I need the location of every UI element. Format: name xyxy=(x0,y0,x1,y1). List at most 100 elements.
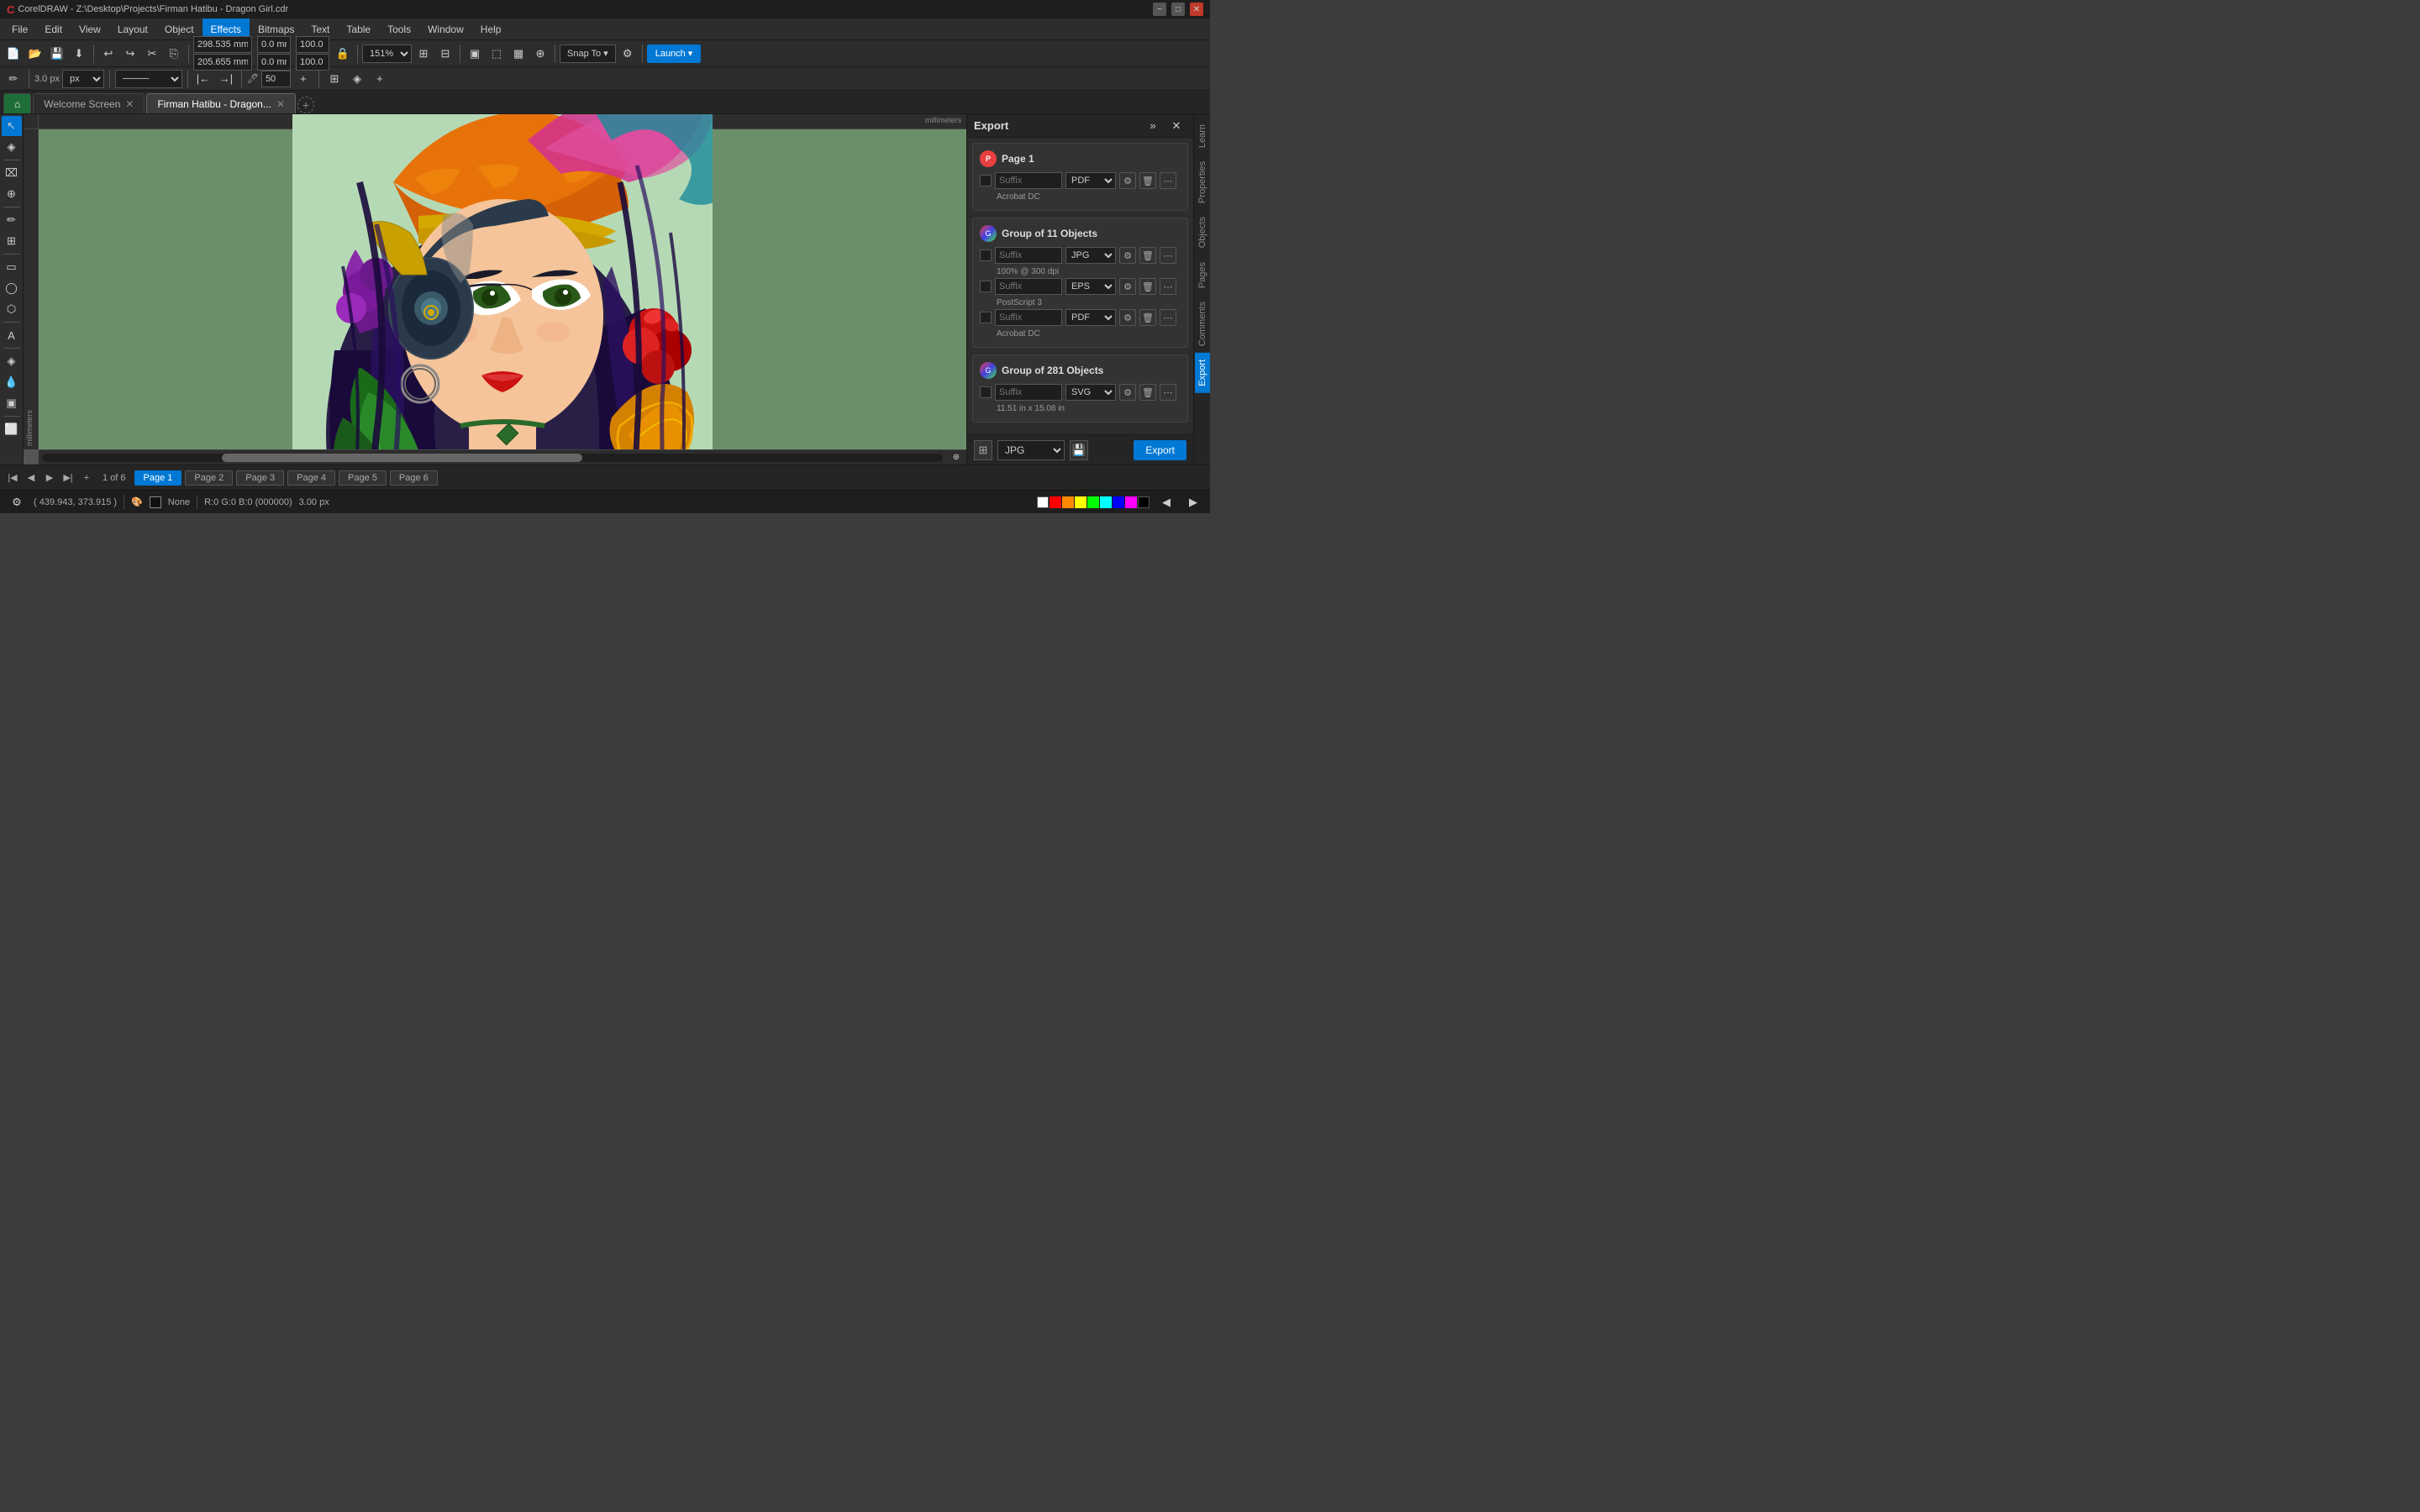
minimize-button[interactable]: − xyxy=(1153,3,1166,16)
node-tool[interactable]: ◈ xyxy=(2,137,22,157)
menu-tools[interactable]: Tools xyxy=(379,18,419,39)
menu-layout[interactable]: Layout xyxy=(109,18,156,39)
nib-inc-btn[interactable]: + xyxy=(293,69,313,89)
scale-w-input[interactable] xyxy=(296,36,329,53)
status-settings-btn[interactable]: ⚙ xyxy=(7,492,27,512)
export-footer-icon1[interactable]: ⊞ xyxy=(974,440,992,460)
group11-pdf-checkbox[interactable] xyxy=(980,312,992,323)
line-end-btn1[interactable]: |← xyxy=(193,69,213,89)
swatch-green[interactable] xyxy=(1087,496,1099,508)
menu-window[interactable]: Window xyxy=(419,18,472,39)
menu-table[interactable]: Table xyxy=(338,18,379,39)
canvas-background[interactable] xyxy=(39,129,966,449)
swatch-yellow[interactable] xyxy=(1075,496,1086,508)
smart-draw-tool[interactable]: ⊞ xyxy=(2,231,22,251)
export-footer-format[interactable]: JPG PDF PNG EPS SVG xyxy=(997,440,1065,460)
group281-svg-format-select[interactable]: SVG JPG PDF PNG EPS xyxy=(1065,384,1116,401)
swatch-orange[interactable] xyxy=(1062,496,1074,508)
text-tool[interactable]: A xyxy=(2,325,22,345)
page1-delete-icon[interactable]: 🗑 xyxy=(1139,172,1156,189)
page1-more-icon[interactable]: ⋯ xyxy=(1160,172,1176,189)
group281-svg-checkbox[interactable] xyxy=(980,386,992,398)
node-edit-btn[interactable]: ◈ xyxy=(347,69,367,89)
crop-tool[interactable]: ⌧ xyxy=(2,163,22,183)
page1-settings-icon[interactable]: ⚙ xyxy=(1119,172,1136,189)
lock-proportions[interactable]: 🔒 xyxy=(333,44,353,64)
stroke-unit-dropdown[interactable]: px mm xyxy=(62,70,104,88)
swatch-red[interactable] xyxy=(1050,496,1061,508)
open-button[interactable]: 📂 xyxy=(25,44,45,64)
eyedropper-tool[interactable]: 💧 xyxy=(2,372,22,392)
copy-button[interactable]: ⎘ xyxy=(164,44,184,64)
snap-to-button[interactable]: Snap To ▾ xyxy=(560,45,616,63)
snap-settings-btn[interactable]: ⚙ xyxy=(618,44,638,64)
tab-firman-hatibu[interactable]: Firman Hatibu - Dragon... ✕ xyxy=(146,93,295,113)
group11-jpg-settings-icon[interactable]: ⚙ xyxy=(1119,247,1136,264)
group11-eps-settings-icon[interactable]: ⚙ xyxy=(1119,278,1136,295)
scrollbar-thumb[interactable] xyxy=(222,454,582,462)
page1-format-select[interactable]: PDF JPG PNG EPS SVG xyxy=(1065,172,1116,189)
undo-button[interactable]: ↩ xyxy=(98,44,118,64)
first-page-button[interactable]: |◀ xyxy=(5,470,20,486)
add-tab-button[interactable]: + xyxy=(297,97,314,113)
cut-button[interactable]: ✂ xyxy=(142,44,162,64)
view-mode3-btn[interactable]: ▦ xyxy=(508,44,529,64)
group11-pdf-format-select[interactable]: PDF JPG PNG EPS SVG xyxy=(1065,309,1116,326)
vtab-learn[interactable]: Learn xyxy=(1194,118,1211,155)
group11-pdf-delete-icon[interactable]: 🗑 xyxy=(1139,309,1156,326)
group281-svg-settings-icon[interactable]: ⚙ xyxy=(1119,384,1136,401)
rectangle-tool[interactable]: ▭ xyxy=(2,257,22,277)
line-style-dropdown[interactable]: ──── - - - xyxy=(115,70,182,88)
view-mode2-btn[interactable]: ⬚ xyxy=(487,44,507,64)
close-main-tab-icon[interactable]: ✕ xyxy=(276,98,285,110)
zoom-in-btn[interactable]: ⊞ xyxy=(413,44,434,64)
group11-eps-format-select[interactable]: EPS JPG PDF PNG SVG xyxy=(1065,278,1116,295)
swatch-black[interactable] xyxy=(1138,496,1150,508)
group281-svg-suffix-input[interactable] xyxy=(995,384,1062,401)
swatch-cyan[interactable] xyxy=(1100,496,1112,508)
interactive-fill-tool[interactable]: ▣ xyxy=(2,393,22,413)
tab-welcome-screen[interactable]: Welcome Screen ✕ xyxy=(33,93,145,113)
export-close-button[interactable]: ✕ xyxy=(1166,116,1186,136)
launch-button[interactable]: Launch ▾ xyxy=(647,45,702,63)
page1-suffix-input[interactable] xyxy=(995,172,1062,189)
group11-eps-more-icon[interactable]: ⋯ xyxy=(1160,278,1176,295)
new-button[interactable]: 📄 xyxy=(3,44,24,64)
swatch-magenta[interactable] xyxy=(1125,496,1137,508)
menu-edit[interactable]: Edit xyxy=(36,18,71,39)
group11-jpg-checkbox[interactable] xyxy=(980,249,992,261)
add-node-btn[interactable]: + xyxy=(370,69,390,89)
zoom-fit-btn[interactable]: ⊕ xyxy=(946,448,966,465)
home-tab[interactable]: ⌂ xyxy=(3,93,31,113)
export-footer-save-icon[interactable]: 💾 xyxy=(1070,440,1088,460)
canvas-area[interactable]: // This will be rendered via inline SVG … xyxy=(24,114,966,465)
vtab-comments[interactable]: Comments xyxy=(1194,295,1211,353)
group281-svg-more-icon[interactable]: ⋯ xyxy=(1160,384,1176,401)
save-button[interactable]: 💾 xyxy=(47,44,67,64)
group11-jpg-delete-icon[interactable]: 🗑 xyxy=(1139,247,1156,264)
page-1-tab[interactable]: Page 1 xyxy=(134,470,182,486)
import-button[interactable]: ⬇ xyxy=(69,44,89,64)
page-2-tab[interactable]: Page 2 xyxy=(185,470,233,486)
pointer-tool[interactable]: ↖ xyxy=(2,116,22,136)
dim-h-input[interactable] xyxy=(257,54,291,71)
prev-page-button[interactable]: ◀ xyxy=(24,470,39,486)
menu-file[interactable]: File xyxy=(3,18,36,39)
group11-eps-suffix-input[interactable] xyxy=(995,278,1062,295)
export-button[interactable]: Export xyxy=(1134,440,1186,460)
group11-pdf-suffix-input[interactable] xyxy=(995,309,1062,326)
fill-tool[interactable]: ◈ xyxy=(2,351,22,371)
horizontal-scrollbar[interactable]: ⊕ xyxy=(39,449,966,465)
ellipse-tool[interactable]: ◯ xyxy=(2,278,22,298)
line-end-btn2[interactable]: →| xyxy=(216,69,236,89)
zoom-tool[interactable]: ⊕ xyxy=(2,184,22,204)
vtab-properties[interactable]: Properties xyxy=(1194,155,1211,210)
vtab-pages[interactable]: Pages xyxy=(1194,255,1211,295)
vtab-export[interactable]: Export xyxy=(1195,353,1210,393)
redo-button[interactable]: ↪ xyxy=(120,44,140,64)
swatch-blue[interactable] xyxy=(1113,496,1124,508)
scrollbar-track[interactable] xyxy=(42,454,943,462)
menu-help[interactable]: Help xyxy=(472,18,510,39)
group11-eps-delete-icon[interactable]: 🗑 xyxy=(1139,278,1156,295)
group11-jpg-suffix-input[interactable] xyxy=(995,247,1062,264)
